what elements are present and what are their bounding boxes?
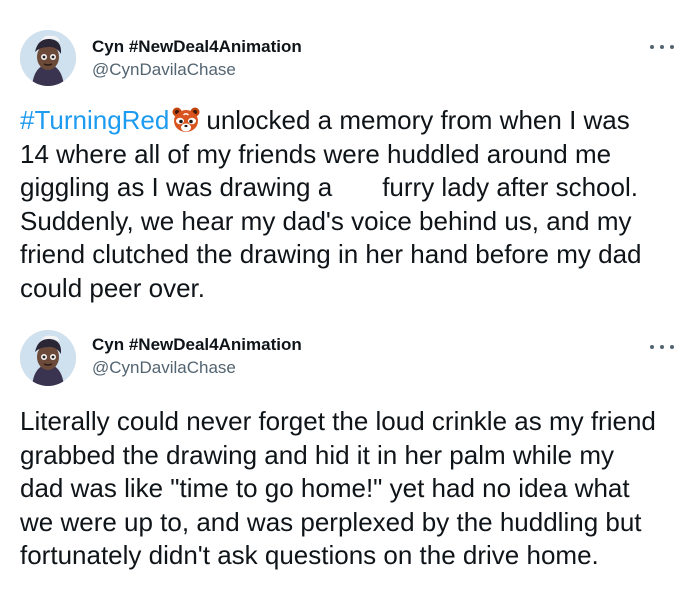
avatar[interactable]: [20, 330, 76, 386]
author-display-name[interactable]: Cyn #NewDeal4Animation: [92, 36, 302, 58]
avatar-image: [20, 30, 76, 86]
author-handle[interactable]: @CynDavilaChase: [92, 59, 302, 81]
tweet-text-line: fortunately didn't ask questions on the …: [20, 540, 599, 571]
tweet: Cyn #NewDeal4Animation @CynDavilaChase L…: [0, 318, 700, 610]
tweet-text-line: grabbed the drawing and hid it in her pa…: [20, 439, 615, 470]
tweet-text: Literally could never forget the loud cr…: [20, 405, 686, 573]
tweet-text-line: 14 where all of my friends were huddled …: [20, 138, 612, 169]
tweet: Cyn #NewDeal4Animation @CynDavilaChase #…: [0, 0, 700, 310]
tweet-text-line: #TurningRed unlocked a memory from when …: [20, 104, 686, 138]
tweet-author[interactable]: Cyn #NewDeal4Animation @CynDavilaChase: [92, 36, 302, 81]
tweet-text: #TurningRed unlocked a memory from when …: [20, 104, 686, 306]
tweet-text-line: Suddenly, we hear my dad's voice behind …: [20, 205, 632, 236]
tweet-text-line: dad was like "time to go home!" yet had …: [20, 473, 630, 504]
tweet-text-line: we were up to, and was perplexed by the …: [20, 506, 642, 537]
tweet-text-line: Literally could never forget the loud cr…: [20, 406, 656, 436]
tweet-text-segment: furry lady after school.: [382, 172, 638, 203]
hashtag-link[interactable]: #TurningRed: [20, 105, 169, 135]
tweet-text-line: giggling as I was drawing a furry lady af…: [20, 171, 686, 205]
author-handle[interactable]: @CynDavilaChase: [92, 357, 302, 379]
avatar-image: [20, 330, 76, 386]
tweet-text-line: friend clutched the drawing in her hand …: [20, 239, 642, 270]
tweet-text-segment: unlocked a memory from when I was: [206, 105, 630, 135]
red-panda-emoji-icon: [172, 107, 200, 132]
tweet-author[interactable]: Cyn #NewDeal4Animation @CynDavilaChase: [92, 334, 302, 379]
tweet-text-segment: giggling as I was drawing a: [20, 172, 333, 203]
more-horizontal-icon[interactable]: [650, 40, 674, 54]
more-horizontal-icon[interactable]: [650, 340, 674, 354]
author-display-name[interactable]: Cyn #NewDeal4Animation: [92, 334, 302, 356]
tweet-text-line: could peer over.: [20, 272, 206, 303]
avatar[interactable]: [20, 30, 76, 86]
